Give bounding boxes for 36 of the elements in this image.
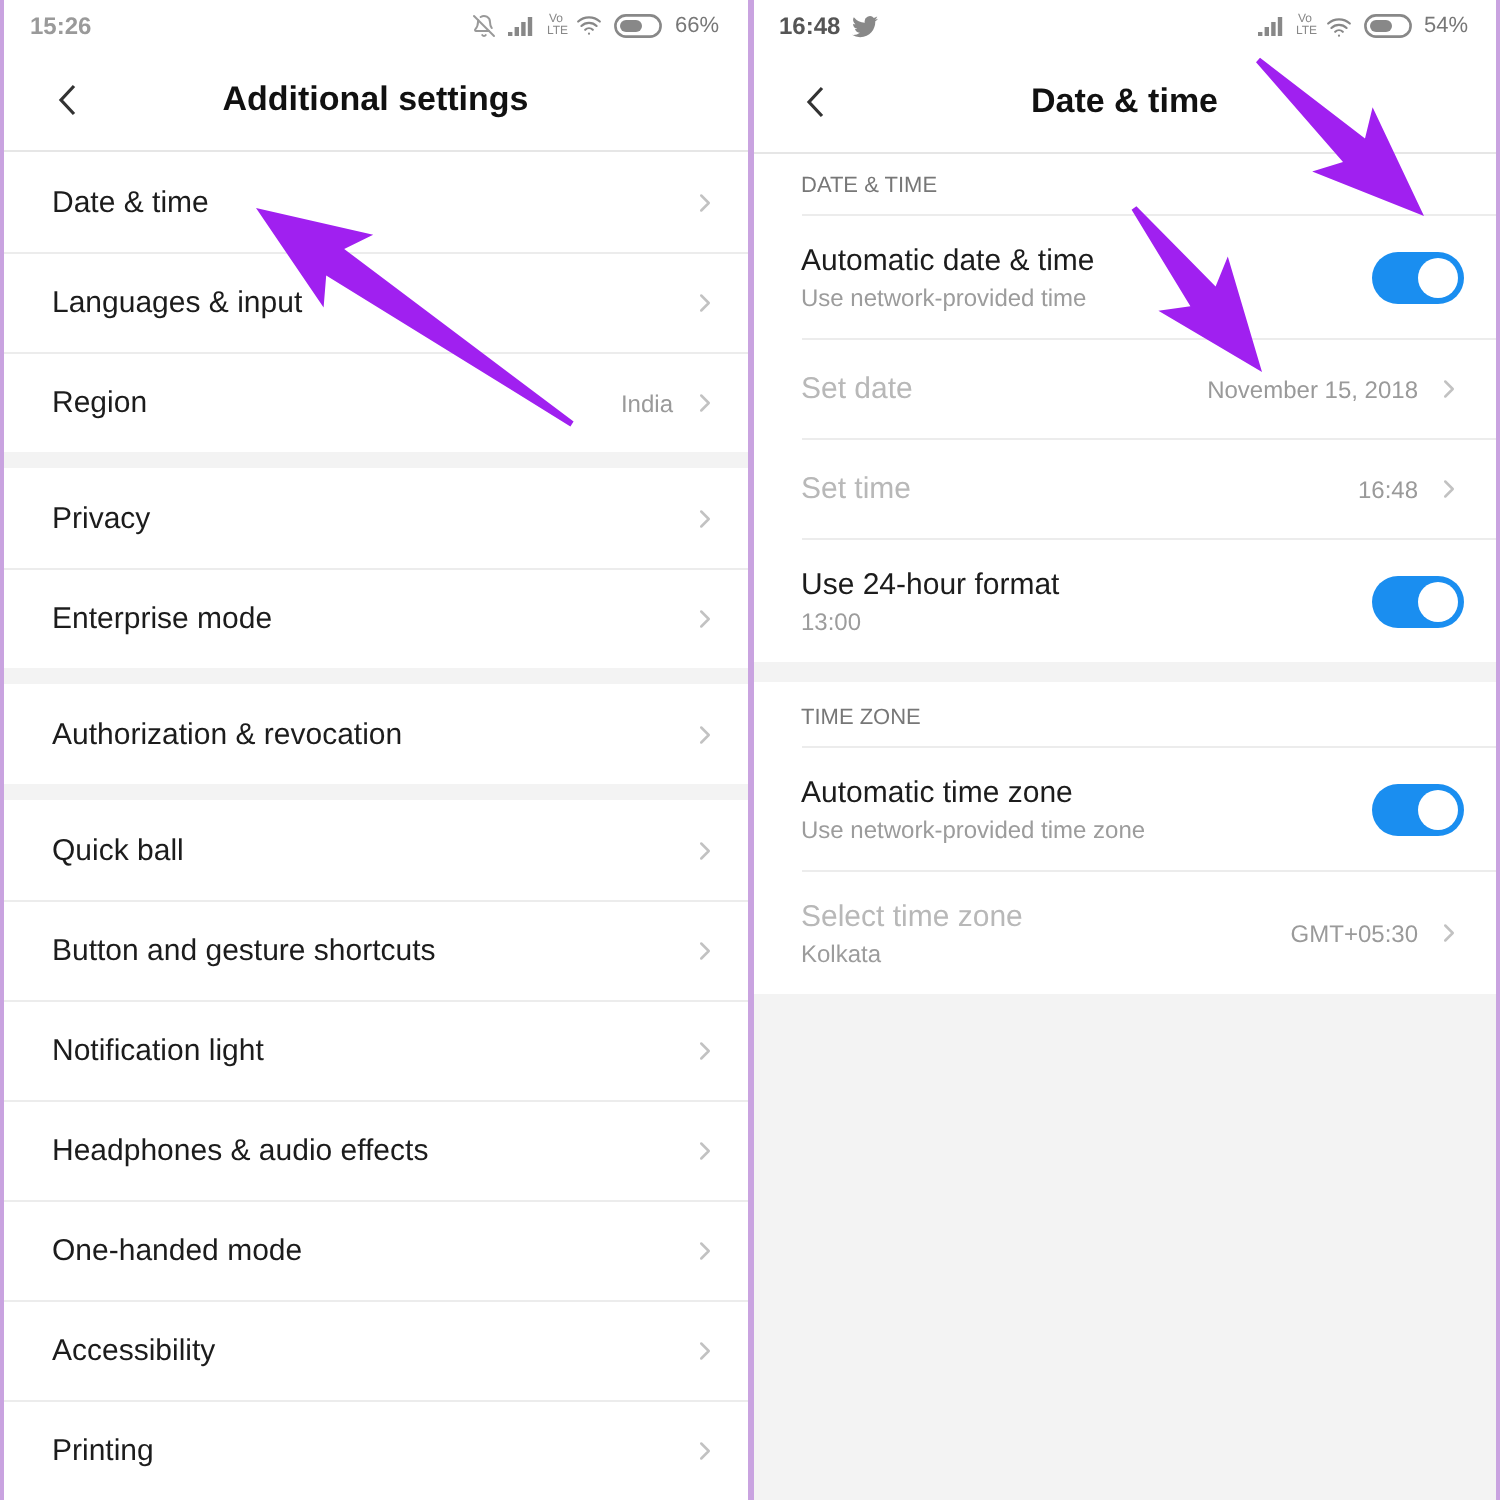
setting-label: Use 24-hour format — [801, 567, 1062, 601]
toggle-switch[interactable] — [1372, 251, 1464, 303]
settings-item[interactable]: Button and gesture shortcuts — [4, 900, 747, 1000]
status-time: 16:48 — [779, 12, 841, 40]
settings-item[interactable]: Privacy — [4, 468, 747, 568]
setting-description: Use network-provided time — [801, 283, 1089, 311]
settings-item[interactable]: Date & time — [4, 152, 747, 252]
signal-icon — [1257, 16, 1284, 36]
section-header: TIME ZONE — [801, 706, 921, 730]
wifi-icon — [1325, 13, 1352, 39]
settings-item[interactable]: Accessibility — [4, 1300, 747, 1400]
battery-percent: 66% — [674, 13, 719, 38]
settings-item[interactable]: Quick ball — [4, 800, 747, 900]
back-icon — [57, 84, 75, 117]
section-header: DATE & TIME — [801, 174, 938, 198]
bell-off-icon — [472, 13, 497, 38]
status-time: 15:26 — [30, 11, 92, 40]
settings-item[interactable]: One-handed mode — [4, 1200, 747, 1300]
setting-description: Use network-provided time zone — [801, 815, 1148, 843]
battery-percent: 54% — [1423, 14, 1468, 38]
settings-item[interactable]: Notification light — [4, 1000, 747, 1100]
back-icon — [806, 86, 824, 118]
settings-item[interactable]: Printing — [4, 1400, 747, 1500]
screen-title: Date & time — [1028, 82, 1221, 122]
signal-icon — [508, 15, 535, 36]
screen-title: Additional settings — [220, 80, 531, 121]
setting-label: Automatic time zone — [801, 775, 1075, 809]
battery-icon — [614, 13, 663, 38]
setting-label: Automatic date & time — [801, 243, 1097, 277]
settings-item[interactable]: Headphones & audio effects — [4, 1100, 747, 1200]
battery-icon — [1363, 14, 1412, 38]
settings-item[interactable]: Authorization & revocation — [4, 684, 747, 784]
toggle-switch[interactable] — [1372, 783, 1464, 835]
toggle-switch[interactable] — [1372, 575, 1464, 627]
bird-icon — [852, 15, 879, 37]
setting-description: 13:00 — [801, 607, 864, 635]
